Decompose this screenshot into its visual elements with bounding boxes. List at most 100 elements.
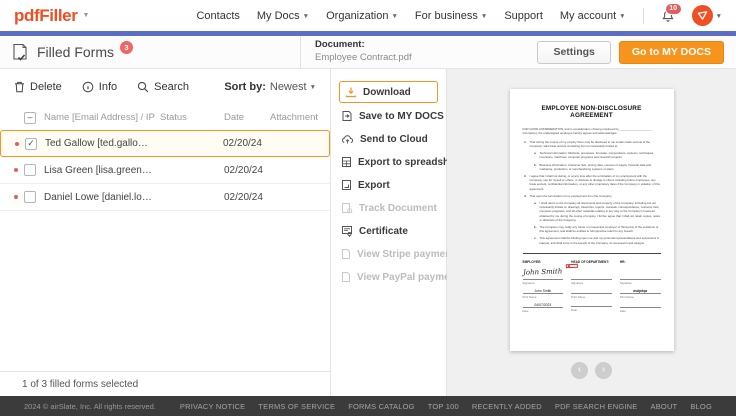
table-row[interactable]: ✓ Ted Gallow [ted.gallow@email.em] / 83.… bbox=[0, 130, 330, 157]
spreadsheet-icon bbox=[341, 156, 352, 168]
clause-text: The Company may notify any future or pro… bbox=[540, 225, 661, 233]
signature-text: John Smith bbox=[522, 267, 562, 276]
footer-link-blog[interactable]: BLOG bbox=[690, 402, 712, 411]
filled-forms-count-badge: 3 bbox=[120, 41, 133, 54]
signature-caption: Signature bbox=[523, 281, 564, 285]
print-name-caption: Print Name bbox=[620, 295, 661, 299]
chevron-down-icon: ▼ bbox=[481, 12, 487, 20]
nav-my-account[interactable]: My account ▼ bbox=[560, 10, 626, 22]
trash-icon bbox=[14, 81, 25, 93]
footer: 2024 © airSlate, Inc. All rights reserve… bbox=[0, 396, 736, 416]
employee-heading: EMPLOYEE: bbox=[523, 260, 564, 264]
current-document-info: Document: Employee Contract.pdf bbox=[301, 39, 412, 65]
nav-contacts[interactable]: Contacts bbox=[196, 10, 239, 22]
save-to-my-docs-button[interactable]: Save to MY DOCS bbox=[339, 106, 438, 126]
footer-link-terms-of-service[interactable]: TERMS OF SERVICE bbox=[258, 402, 335, 411]
unread-dot-icon bbox=[15, 142, 19, 146]
notifications-badge: 10 bbox=[665, 3, 682, 15]
document-clause: 1. That during the course of my employ t… bbox=[523, 140, 661, 148]
footer-link-pdf-search-engine[interactable]: PDF SEARCH ENGINE bbox=[555, 402, 638, 411]
nav-support[interactable]: Support bbox=[504, 10, 543, 22]
copyright-text: 2024 © airSlate, Inc. All rights reserve… bbox=[24, 402, 156, 411]
sort-dropdown[interactable]: Newest ▼ bbox=[270, 81, 316, 93]
footer-link-forms-catalog[interactable]: FORMS CATALOG bbox=[348, 402, 415, 411]
hr-heading: HR: bbox=[620, 260, 661, 264]
row-checkbox[interactable] bbox=[24, 191, 36, 203]
search-label: Search bbox=[154, 81, 189, 93]
certificate-icon bbox=[341, 225, 353, 237]
info-button[interactable]: Info bbox=[82, 81, 117, 93]
document-clause: a. I shall return to the Company all doc… bbox=[523, 201, 661, 222]
chevron-down-icon: ▼ bbox=[310, 83, 316, 91]
nav-label: My account bbox=[560, 10, 616, 22]
signature-block: EMPLOYEE: John Smith Signature John Smit… bbox=[523, 260, 661, 318]
next-page-button[interactable]: › bbox=[595, 362, 612, 379]
print-name-caption: Print Name bbox=[571, 295, 612, 299]
table-row[interactable]: Daniel Lowe [daniel.lowe@email.em] / 83…… bbox=[0, 184, 330, 211]
top-header: pdfFiller ▼ Contacts My Docs ▼ Organizat… bbox=[0, 0, 736, 31]
clause-text: Technical information: Methods, processe… bbox=[540, 151, 661, 159]
clause-text: I agree that I shall not during, or at a… bbox=[530, 174, 661, 191]
unread-dot-icon bbox=[14, 195, 18, 199]
clause-text: I shall return to the Company all docume… bbox=[540, 201, 661, 222]
document-clause: b. Business information: Customer lists,… bbox=[523, 163, 661, 171]
download-button[interactable]: Download bbox=[339, 81, 438, 103]
date-line bbox=[620, 303, 661, 308]
send-to-cloud-button[interactable]: Send to Cloud bbox=[339, 129, 438, 149]
action-label: Send to Cloud bbox=[360, 134, 428, 145]
document-clause: 3. That upon the termination of my emplo… bbox=[523, 194, 661, 198]
selection-summary: 1 of 3 filled forms selected bbox=[0, 371, 330, 396]
nav-organization[interactable]: Organization ▼ bbox=[326, 10, 398, 22]
export-icon bbox=[341, 179, 352, 191]
clause-text: That upon the termination of my employme… bbox=[530, 194, 613, 198]
chevron-down-icon: ▼ bbox=[391, 12, 397, 20]
account-menu[interactable]: ▼ bbox=[692, 5, 722, 26]
main-content: Delete Info Search S bbox=[0, 69, 736, 396]
employee-signature-script: John Smith bbox=[522, 265, 563, 276]
previous-page-button[interactable]: ‹ bbox=[571, 362, 588, 379]
cloud-upload-icon bbox=[341, 133, 354, 145]
row-name: Daniel Lowe [daniel.lowe@email.em] / 83… bbox=[44, 192, 160, 203]
page-navigation: ‹ › bbox=[571, 362, 612, 379]
chevron-down-icon: ▼ bbox=[716, 12, 722, 20]
nav-label: Contacts bbox=[196, 10, 239, 22]
action-label: Save to MY DOCS bbox=[359, 111, 444, 122]
document-intro: FOR GOOD CONSIDERATION, and in considera… bbox=[523, 127, 661, 136]
export-button[interactable]: Export bbox=[339, 175, 438, 195]
search-button[interactable]: Search bbox=[137, 81, 189, 93]
nav-my-docs[interactable]: My Docs ▼ bbox=[257, 10, 309, 22]
row-date: 02/20/24 bbox=[223, 138, 269, 149]
footer-link-about[interactable]: ABOUT bbox=[651, 402, 678, 411]
date-line bbox=[571, 303, 612, 308]
clause-number: b. bbox=[533, 225, 540, 233]
delete-button[interactable]: Delete bbox=[14, 81, 62, 93]
pdffiller-logo[interactable]: pdfFiller bbox=[14, 6, 77, 26]
clause-number: c. bbox=[533, 236, 540, 244]
certificate-button[interactable]: Certificate bbox=[339, 221, 438, 241]
footer-link-top-100[interactable]: TOP 100 bbox=[428, 402, 459, 411]
row-checkbox[interactable] bbox=[24, 164, 36, 176]
list-toolbar: Delete Info Search S bbox=[0, 69, 330, 105]
row-checkbox[interactable]: ✓ bbox=[25, 138, 37, 150]
print-name-line bbox=[571, 289, 612, 294]
export-to-spreadsheet-button[interactable]: Export to spreadsheet NEW bbox=[339, 152, 438, 172]
column-status: Status bbox=[160, 112, 224, 123]
logo-chevron-down-icon[interactable]: ▼ bbox=[82, 12, 89, 19]
document-clause: 2. I agree that I shall not during, or a… bbox=[523, 174, 661, 191]
chevron-down-icon: ▼ bbox=[303, 12, 309, 20]
table-row[interactable]: Lisa Green [lisa.green@email.em] / 83.43… bbox=[0, 157, 330, 184]
nav-divider bbox=[643, 8, 644, 24]
go-to-my-docs-button[interactable]: Go to MY DOCS bbox=[619, 41, 724, 64]
nav-for-business[interactable]: For business ▼ bbox=[415, 10, 487, 22]
clause-number: 1. bbox=[523, 140, 530, 148]
view-stripe-payments-button: View Stripe payments bbox=[339, 244, 438, 264]
footer-link-recently-added[interactable]: RECENTLY ADDED bbox=[472, 402, 542, 411]
settings-button[interactable]: Settings bbox=[537, 41, 610, 64]
head-of-department-signature-column: HEAD OF DEPARTMENT: Signature Print Name… bbox=[571, 260, 612, 318]
search-icon bbox=[137, 81, 149, 93]
footer-link-privacy-notice[interactable]: PRIVACY NOTICE bbox=[180, 402, 245, 411]
signature-caption: Signature bbox=[620, 281, 661, 285]
notifications-button[interactable]: 10 bbox=[661, 9, 675, 23]
document-label: Document: bbox=[315, 39, 412, 52]
select-all-checkbox[interactable]: – bbox=[24, 112, 36, 124]
